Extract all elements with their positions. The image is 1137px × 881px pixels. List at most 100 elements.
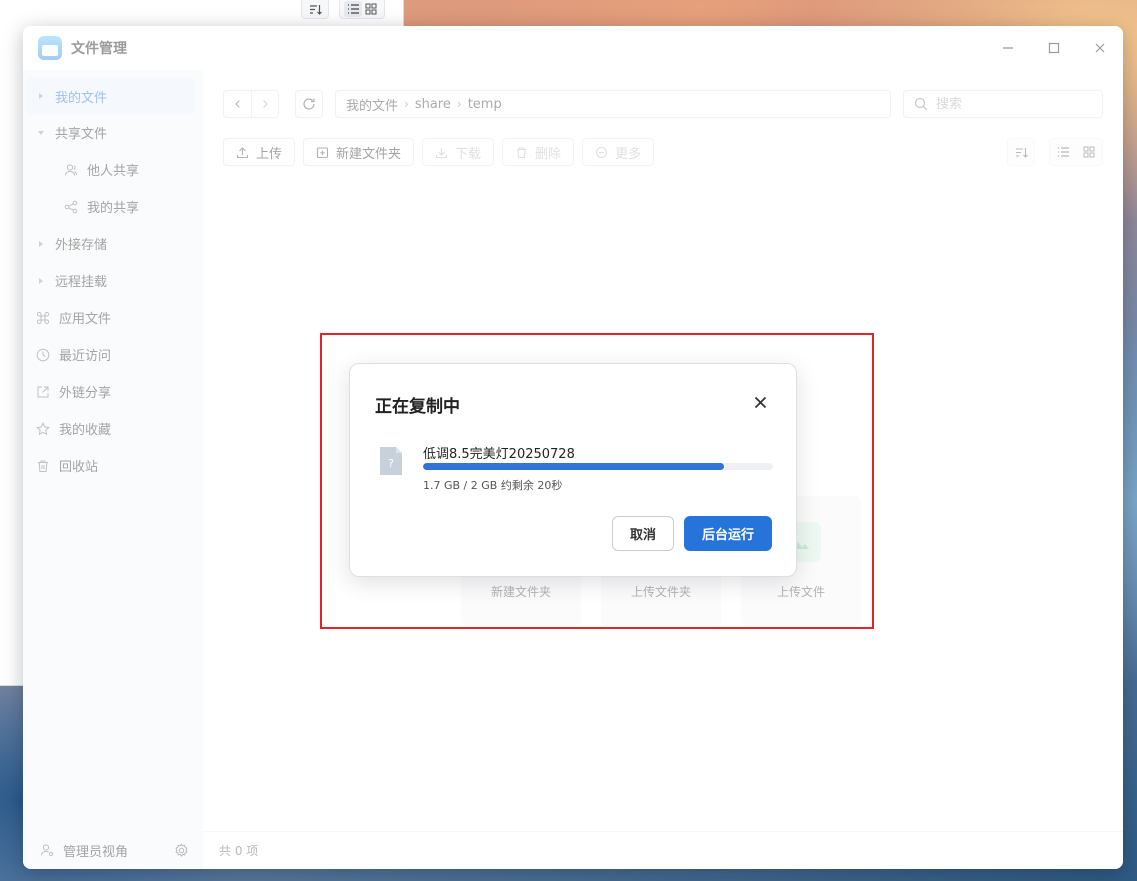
search-box[interactable] [903,90,1103,118]
background-sort-button[interactable] [301,0,329,19]
admin-user-icon [39,842,55,858]
close-window-button[interactable] [1077,26,1123,70]
breadcrumb-separator-icon: › [456,97,462,111]
sidebar-item-label: 远程挂载 [55,275,108,290]
sidebar-item-external-link-share[interactable]: 外链分享 [23,373,203,410]
breadcrumb-item[interactable]: share [415,97,451,112]
list-view-icon [1057,147,1069,157]
item-count: 共 0 项 [219,844,259,858]
sidebar-item-others-shared[interactable]: 他人共享 [23,151,203,188]
sidebar-item-my-files[interactable]: 我的文件 [27,78,195,114]
copy-progress-text: 1.7 GB / 2 GB 约剩余 20秒 [423,479,563,492]
window-title: 文件管理 [71,41,127,57]
caret-right-icon [35,238,47,250]
background-view-toggle[interactable] [339,0,385,19]
close-icon [1095,43,1105,53]
breadcrumb-item-current[interactable]: temp [468,97,502,112]
history-nav [223,90,279,118]
sidebar-item-label: 他人共享 [87,164,140,179]
more-button[interactable]: 更多 [582,138,655,166]
maximize-icon [1048,42,1060,54]
sidebar-item-label: 我的共享 [87,201,140,216]
refresh-button[interactable] [295,90,323,118]
sidebar-item-label: 我的文件 [55,90,108,106]
dialog-title: 正在复制中 [375,397,460,417]
settings-gear-icon[interactable] [173,842,189,858]
view-toggle [1049,138,1103,166]
admin-view-label[interactable]: 管理员视角 [63,841,128,860]
sidebar-item-label: 回收站 [59,460,99,475]
sidebar-item-remote-mount[interactable]: 远程挂载 [23,262,203,299]
sort-icon [1015,147,1028,158]
window-controls [985,26,1123,70]
navigation-bar: 我的文件 › share › temp [223,90,1103,118]
sidebar-item-external-storage[interactable]: 外接存储 [23,225,203,262]
close-icon [754,396,766,408]
dialog-close-button[interactable] [752,394,768,410]
more-button-label: 更多 [615,146,642,162]
delete-button[interactable]: 删除 [502,138,575,166]
cancel-button[interactable]: 取消 [612,516,674,551]
chevron-right-icon [263,100,268,108]
list-view-icon[interactable] [344,1,362,17]
empty-action-label: 新建文件夹 [490,585,551,599]
forward-button[interactable] [251,91,278,117]
sidebar-item-label: 外接存储 [55,238,108,253]
empty-action-label: 上传文件 [776,585,825,599]
sidebar-item-app-files[interactable]: 应用文件 [23,299,203,336]
back-button[interactable] [224,91,251,117]
grid-view-icon[interactable] [362,1,380,17]
sidebar-item-label: 我的收藏 [59,423,112,438]
delete-button-label: 删除 [535,146,562,162]
breadcrumb[interactable]: 我的文件 › share › temp [335,90,891,118]
sidebar-item-label: 共享文件 [55,127,108,142]
sidebar-item-label: 最近访问 [59,349,112,364]
empty-action-label: 上传文件夹 [630,585,691,599]
download-button[interactable]: 下载 [422,138,495,166]
sidebar-item-label: 应用文件 [59,312,112,327]
copy-progress-dialog: 正在复制中 ? 低调8.5完美灯20250728 1.7 GB / 2 GB 约… [349,363,797,577]
share-icon [63,199,79,215]
sidebar-item-recycle-bin[interactable]: 回收站 [23,447,203,484]
grid-view-button[interactable] [1076,139,1102,165]
upload-button[interactable]: 上传 [223,138,296,166]
title-bar[interactable]: 文件管理 [23,26,1123,70]
download-button-label: 下载 [455,146,482,162]
caret-right-icon [35,90,47,102]
sidebar-item-recent[interactable]: 最近访问 [23,336,203,373]
chevron-left-icon [234,100,240,108]
unknown-file-icon: ? [378,446,404,476]
grid-view-icon [1083,146,1095,158]
status-bar: 共 0 项 [203,831,1123,869]
sidebar-item-label: 外链分享 [59,386,112,401]
upload-button-label: 上传 [256,146,283,162]
copy-progress-bar [423,463,773,470]
refresh-icon [303,98,315,110]
copy-progress-fill [423,463,724,470]
new-folder-button[interactable]: 新建文件夹 [303,138,415,166]
minimize-icon [1003,47,1013,49]
download-icon [435,147,448,158]
minimize-button[interactable] [985,26,1031,70]
sidebar-item-favorites[interactable]: 我的收藏 [23,410,203,447]
more-icon [596,146,608,158]
sidebar-item-shared-files[interactable]: 共享文件 [23,114,203,151]
new-folder-button-label: 新建文件夹 [336,146,402,162]
breadcrumb-item[interactable]: 我的文件 [346,95,398,114]
maximize-button[interactable] [1031,26,1077,70]
search-icon [914,97,928,111]
list-view-button[interactable] [1050,139,1076,165]
search-input[interactable] [936,96,1086,112]
sort-button[interactable] [1007,138,1035,166]
breadcrumb-separator-icon: › [404,97,409,111]
sidebar-item-my-shares[interactable]: 我的共享 [23,188,203,225]
users-icon [63,162,79,178]
external-link-icon [35,384,51,400]
sidebar: 我的文件 共享文件 他人共享 我的共享 外接存储 远程挂载 应用文件 最近访问 … [23,70,203,869]
run-in-background-button[interactable]: 后台运行 [684,516,772,551]
new-folder-icon [316,146,329,158]
trash-icon [517,146,527,158]
sort-icon [306,1,324,17]
copying-file-name: 低调8.5完美灯20250728 [423,447,575,462]
star-icon [35,421,51,437]
